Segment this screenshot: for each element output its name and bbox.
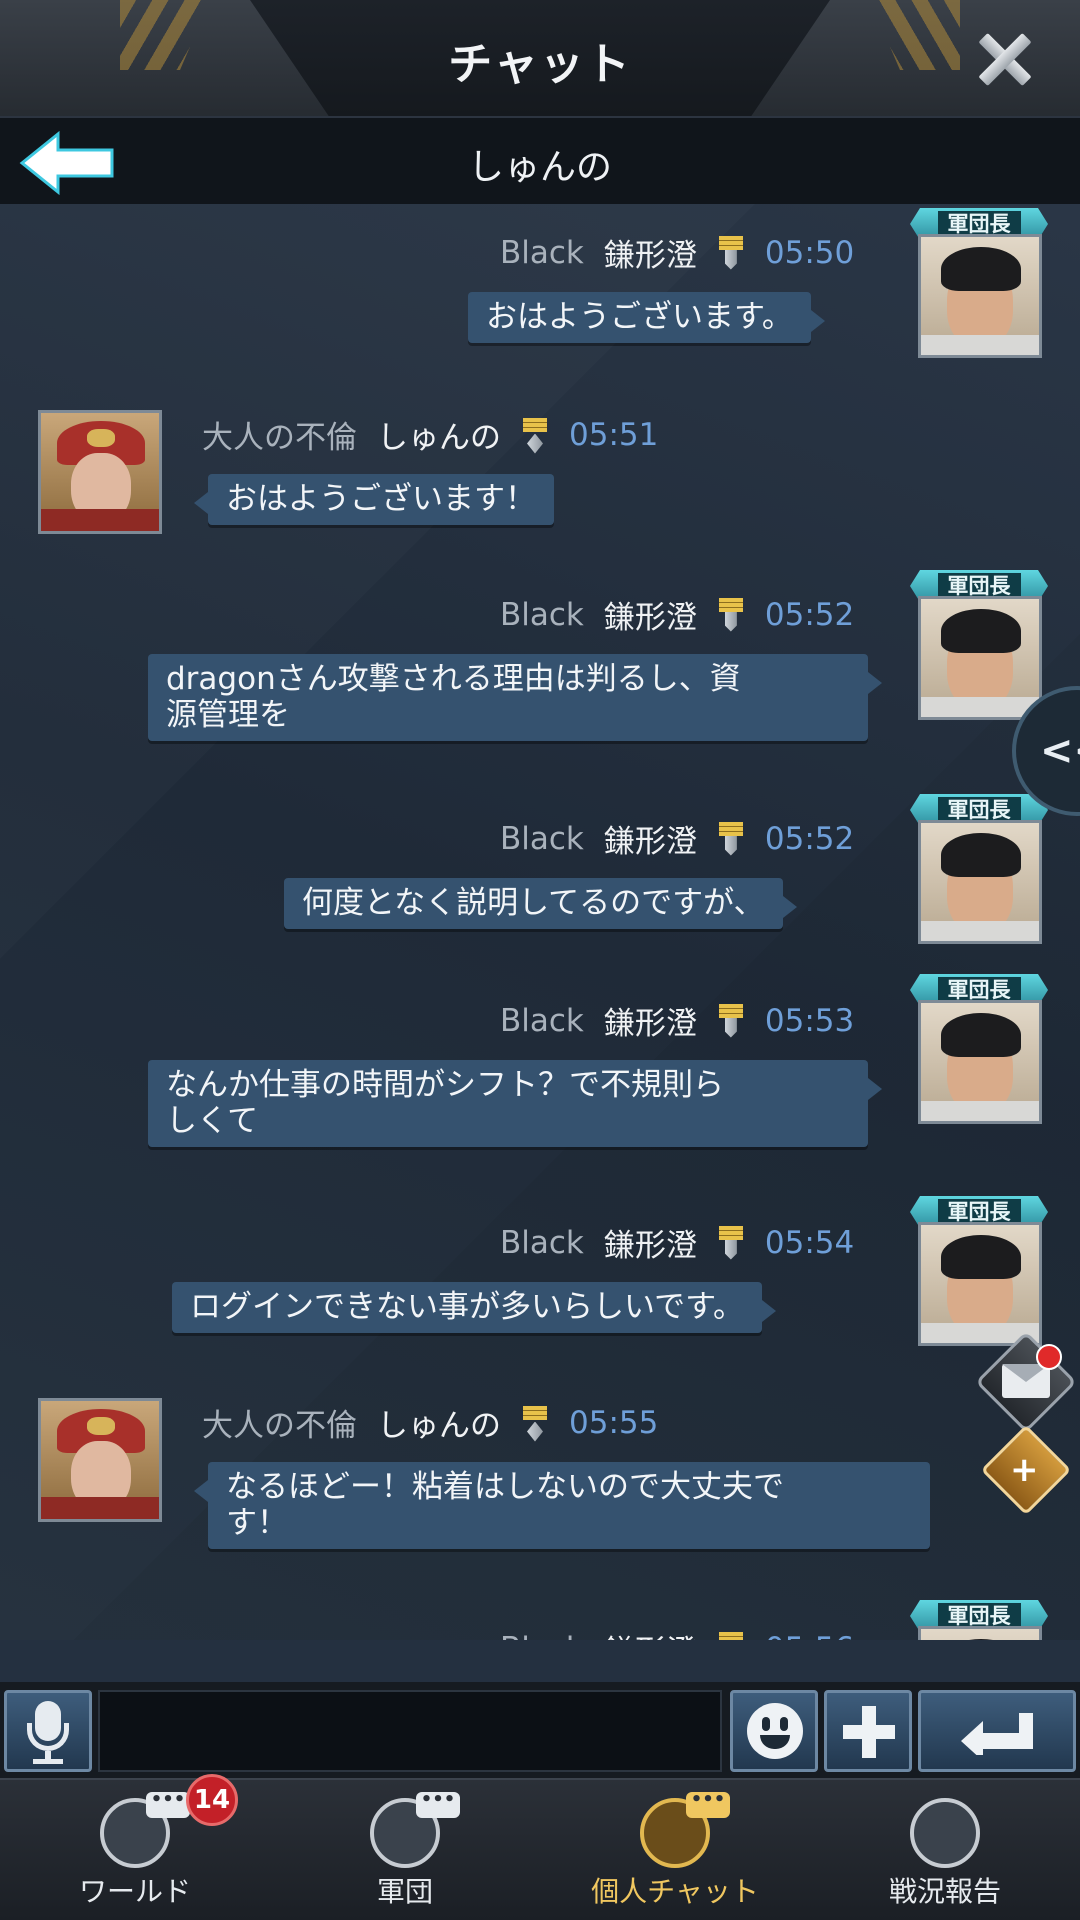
sender-name[interactable]: 鎌形澄: [604, 592, 697, 637]
notification-badge: 14: [186, 1774, 238, 1826]
send-button[interactable]: [918, 1690, 1076, 1772]
rank-badge-icon: [523, 1405, 547, 1440]
chat-message-list[interactable]: Black 鎌形澄 05:50 おはようございます。 軍団長 大人の不倫 しゅん…: [0, 204, 1080, 1640]
message-time: 05:54: [764, 1224, 855, 1261]
message-meta: 大人の不倫 しゅんの 05:51: [202, 412, 658, 457]
message-meta: Black 鎌形澄 05:53: [500, 998, 854, 1043]
conversation-bar: しゅんの: [0, 118, 1080, 204]
avatar[interactable]: [918, 596, 1042, 720]
message-bubble[interactable]: おはようございます。: [468, 292, 825, 343]
message-text: dragonさん攻撃される理由は判るし、資: [166, 661, 741, 697]
message-text: 何度となく説明してるのですが、: [302, 885, 765, 921]
message-bubble[interactable]: dragonさん攻撃される理由は判るし、資 源管理を: [148, 654, 882, 741]
chat-partner-name: しゅんの: [467, 147, 612, 188]
chat-bubble-icon: •••: [686, 1791, 730, 1818]
message-bubble[interactable]: ログインできない事が多いらしいです。: [172, 1282, 776, 1333]
message-text: なんか仕事の時間がシフト？で不規則ら: [166, 1067, 724, 1103]
mail-icon: [1002, 1364, 1050, 1398]
sender-guild: Black: [500, 1002, 584, 1039]
message-meta: Black 鎌形澄 05:54: [500, 1220, 854, 1265]
message-time: 05:53: [764, 1002, 855, 1039]
message-bubble[interactable]: なんか仕事の時間がシフト？で不規則ら しくて: [148, 1060, 882, 1147]
rank-badge-icon: [718, 235, 743, 270]
battle-report-icon: [910, 1798, 980, 1868]
avatar[interactable]: [38, 410, 162, 534]
message-input[interactable]: [98, 1690, 722, 1772]
page-title: チャット: [448, 39, 632, 90]
emoji-icon: [747, 1703, 803, 1759]
message-time: 05:50: [764, 234, 855, 271]
tab-legion[interactable]: ••• 軍団: [270, 1780, 540, 1920]
message-meta: Black 鎌形澄 05:52: [500, 816, 854, 861]
avatar[interactable]: [918, 234, 1042, 358]
rank-badge-icon: [718, 1631, 743, 1640]
message-time: 05:52: [764, 820, 855, 857]
sender-name[interactable]: 鎌形澄: [604, 1220, 697, 1265]
message-time: 05:56: [765, 1631, 854, 1641]
close-icon[interactable]: [970, 24, 1040, 94]
avatar[interactable]: [38, 1398, 162, 1522]
sender-guild: Black: [500, 234, 584, 271]
message-bubble[interactable]: おはようございます！: [194, 474, 554, 525]
sender-guild: 大人の不倫: [202, 1408, 357, 1444]
rank-badge-icon: [718, 597, 743, 632]
sender-guild: Black: [500, 1631, 584, 1641]
sender-guild: 大人の不倫: [202, 420, 357, 456]
header-bar: チャット: [0, 0, 1080, 118]
rank-badge-icon: [718, 1003, 743, 1038]
tab-private-chat[interactable]: ••• 個人チャット: [540, 1780, 810, 1920]
avatar[interactable]: [918, 1626, 1042, 1640]
voice-input-button[interactable]: [4, 1690, 92, 1772]
tab-label: 戦況報告: [888, 1875, 1001, 1908]
sender-name[interactable]: 鎌形澄: [604, 1626, 697, 1640]
tab-world[interactable]: ••• 14 ワールド: [0, 1774, 270, 1920]
sender-name[interactable]: 鎌形澄: [604, 230, 697, 275]
message-text: す！: [226, 1505, 288, 1541]
chat-bubble-icon: •••: [416, 1791, 460, 1818]
message-text: おはようございます！: [226, 481, 536, 517]
emoji-button[interactable]: [730, 1690, 818, 1772]
attach-button[interactable]: [824, 1690, 912, 1772]
message-text: おはようございます。: [486, 299, 793, 335]
message-text: ログインできない事が多いらしいです。: [190, 1289, 744, 1325]
tab-label: 軍団: [376, 1875, 433, 1908]
chevron-left-icon: <<: [1040, 728, 1080, 774]
message-meta: Black 鎌形澄 05:52: [500, 592, 854, 637]
message-text: 源管理を: [166, 697, 290, 733]
message-meta: Black 鎌形澄 05:50: [500, 230, 854, 275]
message-bubble[interactable]: 何度となく説明してるのですが、: [284, 878, 797, 929]
message-time: 05:51: [569, 416, 659, 453]
message-meta: 大人の不倫 しゅんの 05:55: [202, 1400, 658, 1445]
message-time: 05:52: [764, 596, 855, 633]
chat-bubble-icon: •••: [146, 1791, 190, 1818]
bottom-navigation: ••• 14 ワールド ••• 軍団 ••• 個人チャット 戦況報告: [0, 1774, 1080, 1920]
rank-badge-icon: [523, 417, 547, 452]
message-text: しくて: [166, 1103, 259, 1139]
sender-name[interactable]: 鎌形澄: [604, 816, 697, 861]
tab-label: 個人チャット: [591, 1875, 759, 1908]
message-bubble[interactable]: なるほどー！粘着はしないので大丈夫で す！: [194, 1462, 930, 1549]
tab-label: ワールド: [78, 1875, 191, 1908]
avatar[interactable]: [918, 1000, 1042, 1124]
notification-dot: [1036, 1344, 1062, 1370]
chat-input-bar: [0, 1682, 1080, 1778]
message-meta: Black 鎌形澄 05:56: [500, 1626, 854, 1640]
sender-name[interactable]: 鎌形澄: [604, 998, 697, 1043]
message-time: 05:55: [569, 1404, 659, 1441]
tab-battle-report[interactable]: 戦況報告: [810, 1780, 1080, 1920]
sender-guild: Black: [500, 820, 584, 857]
sender-name[interactable]: しゅんの: [377, 412, 501, 457]
avatar[interactable]: [918, 820, 1042, 944]
sender-name[interactable]: しゅんの: [377, 1400, 501, 1445]
rank-badge-icon: [718, 821, 743, 856]
message-text: なるほどー！粘着はしないので大丈夫で: [226, 1469, 784, 1505]
rank-badge-icon: [718, 1225, 743, 1260]
enter-icon: [961, 1713, 1033, 1755]
add-friend-icon: +: [1010, 1450, 1039, 1490]
sender-guild: Black: [500, 1224, 584, 1261]
avatar[interactable]: [918, 1222, 1042, 1346]
sender-guild: Black: [500, 596, 584, 633]
